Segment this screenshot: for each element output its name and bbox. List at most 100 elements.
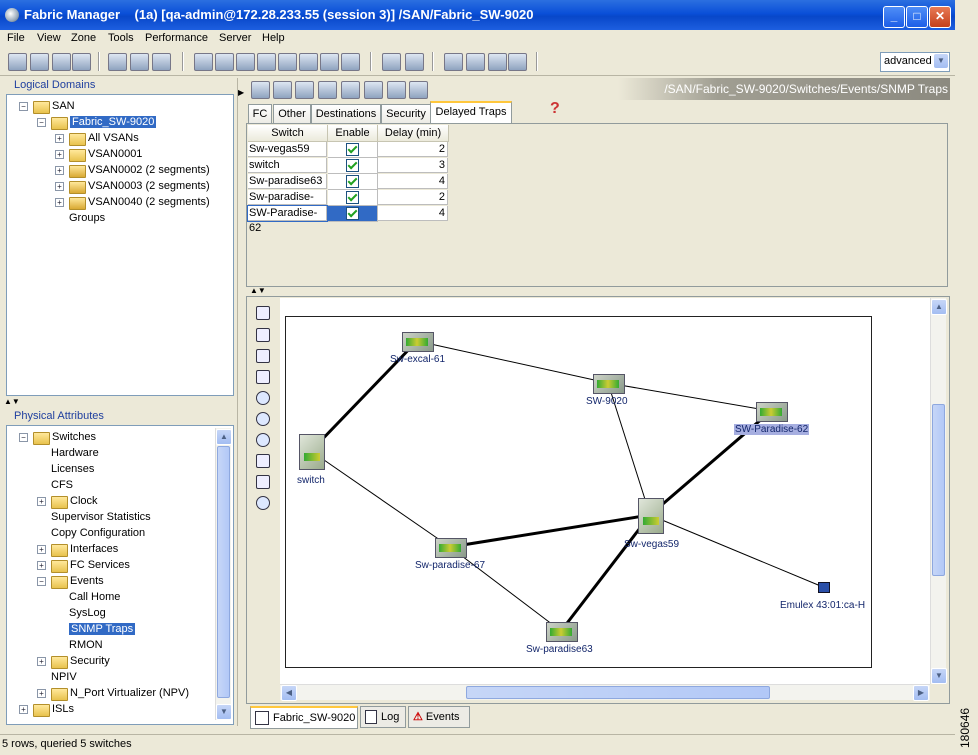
tree-item[interactable]: CFS: [7, 478, 217, 494]
node-label[interactable]: Sw-paradise63: [526, 644, 593, 655]
group-icon[interactable]: [254, 327, 272, 343]
edit-icon[interactable]: [409, 81, 428, 99]
tree-item[interactable]: + Interfaces: [7, 542, 217, 558]
tree-item[interactable]: + Security: [7, 654, 217, 670]
expand-icon[interactable]: +: [37, 689, 46, 698]
tree-item[interactable]: Groups: [7, 211, 217, 227]
node-label[interactable]: Sw-paradise-67: [415, 560, 485, 571]
tree-item[interactable]: Call Home: [7, 590, 217, 606]
tree-item[interactable]: + VSAN0003 (2 segments): [7, 179, 217, 195]
tree-item[interactable]: Copy Configuration: [7, 526, 217, 542]
tab-destinations[interactable]: Destinations: [311, 104, 381, 123]
director-switch-icon[interactable]: [299, 434, 325, 470]
tree-item[interactable]: + VSAN0040 (2 segments): [7, 195, 217, 211]
expand-icon[interactable]: +: [37, 657, 46, 666]
config-icon[interactable]: [341, 53, 360, 71]
switch-cell[interactable]: switch: [248, 158, 327, 173]
node-label[interactable]: Emulex 43:01:ca-H: [780, 600, 865, 611]
save-icon[interactable]: [364, 81, 383, 99]
menu-server[interactable]: Server: [219, 32, 251, 44]
open-icon[interactable]: [8, 53, 27, 71]
tree-item[interactable]: + FC Services: [7, 558, 217, 574]
expand-icon[interactable]: +: [55, 198, 64, 207]
menu-zone[interactable]: Zone: [71, 32, 96, 44]
table-row[interactable]: Sw-vegas59 2: [248, 142, 448, 158]
menu-file[interactable]: File: [7, 32, 25, 44]
traffic-icon[interactable]: [488, 53, 507, 71]
tree-vertical-scrollbar[interactable]: ▲ ▼: [215, 428, 232, 720]
scroll-left-icon[interactable]: ◀: [281, 685, 297, 701]
fit-window-icon[interactable]: [254, 474, 272, 490]
switch-icon[interactable]: [108, 53, 127, 71]
maximize-button[interactable]: □: [906, 6, 928, 28]
switch-icon[interactable]: [435, 538, 467, 558]
tree-item[interactable]: + All VSANs: [7, 131, 217, 147]
tab-log[interactable]: Log: [360, 706, 406, 728]
tree-item[interactable]: + VSAN0002 (2 segments): [7, 163, 217, 179]
expand-icon[interactable]: +: [55, 150, 64, 159]
enable-checkbox[interactable]: [346, 143, 359, 156]
mode-select[interactable]: advanced ▼: [880, 52, 950, 72]
help-icon[interactable]: ?: [550, 100, 560, 118]
ivr-icon[interactable]: [236, 53, 255, 71]
menu-help[interactable]: Help: [262, 32, 285, 44]
wizard-icon[interactable]: [152, 53, 171, 71]
vsan-icon[interactable]: [215, 53, 234, 71]
expand-icon[interactable]: +: [19, 705, 28, 714]
tab-delayed-traps[interactable]: Delayed Traps: [430, 101, 512, 125]
node-label[interactable]: SW-Paradise-62: [734, 424, 810, 435]
iscsi-icon[interactable]: [320, 53, 339, 71]
tree-item[interactable]: − SAN: [7, 99, 217, 115]
topology-canvas[interactable]: Sw-excal-61 SW-9020 SW-Paradise-62 switch Sw…: [280, 298, 930, 684]
binoculars-icon[interactable]: [52, 53, 71, 71]
collapse-left-icon[interactable]: ▶: [238, 88, 244, 97]
expand-icon[interactable]: +: [37, 497, 46, 506]
node-label[interactable]: Sw-excal-61: [390, 354, 445, 365]
tab-events[interactable]: ⚠ Events: [408, 706, 470, 728]
switch-cell[interactable]: Sw-vegas59: [248, 142, 327, 157]
device-manager-icon[interactable]: [444, 53, 463, 71]
back-icon[interactable]: [251, 81, 270, 99]
copy-icon[interactable]: [295, 81, 314, 99]
overview-icon[interactable]: [254, 453, 272, 469]
enable-checkbox[interactable]: [346, 175, 359, 188]
tree-item[interactable]: RMON: [7, 638, 217, 654]
scroll-thumb[interactable]: [932, 404, 945, 576]
director-switch-icon[interactable]: [638, 498, 664, 534]
collapse-icon[interactable]: −: [37, 118, 46, 127]
map-layout-icon[interactable]: [254, 305, 272, 321]
node-label[interactable]: switch: [297, 475, 325, 486]
zoom-fit-icon[interactable]: [254, 432, 272, 448]
delay-cell[interactable]: 4: [378, 206, 448, 221]
enable-cell[interactable]: [328, 142, 378, 158]
print-icon[interactable]: [387, 81, 406, 99]
users-icon[interactable]: [466, 53, 485, 71]
switch-cell[interactable]: Sw-paradise-67: [248, 190, 327, 218]
grid-icon[interactable]: [405, 53, 424, 71]
map-horizontal-scrollbar[interactable]: ◀ ▶: [280, 684, 930, 701]
tree-item[interactable]: + ISLs: [7, 702, 217, 718]
enable-cell[interactable]: [328, 206, 378, 222]
refresh-icon[interactable]: [273, 81, 292, 99]
discover-icon[interactable]: [30, 53, 49, 71]
isl-link[interactable]: [449, 513, 651, 549]
vertical-splitter[interactable]: [237, 78, 244, 726]
tree-item[interactable]: NPIV: [7, 670, 217, 686]
tree-layout-icon[interactable]: [254, 348, 272, 364]
tree-item[interactable]: SysLog: [7, 606, 217, 622]
collapse-icon[interactable]: −: [37, 577, 46, 586]
zone-icon[interactable]: [194, 53, 213, 71]
delay-cell[interactable]: 2: [378, 190, 448, 205]
nv-icon[interactable]: [299, 53, 318, 71]
host-icon[interactable]: [818, 582, 830, 593]
isl-link[interactable]: [559, 514, 652, 632]
scroll-down-icon[interactable]: ▼: [216, 704, 232, 720]
port-channel-icon[interactable]: [257, 53, 276, 71]
enable-cell[interactable]: [328, 158, 378, 174]
isl-link[interactable]: [607, 382, 772, 412]
paste-icon[interactable]: [318, 81, 337, 99]
isl-link[interactable]: [416, 340, 609, 384]
isl-link[interactable]: [649, 514, 824, 588]
isl-link[interactable]: [310, 450, 451, 548]
delay-cell[interactable]: 4: [378, 174, 448, 189]
